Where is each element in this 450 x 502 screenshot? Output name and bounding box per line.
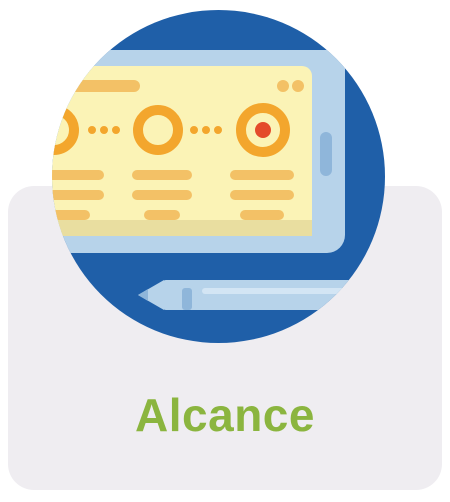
timeline-dot bbox=[202, 126, 210, 134]
screen-shadow bbox=[52, 220, 312, 236]
timeline-dot bbox=[88, 126, 96, 134]
tablet-timeline-icon bbox=[52, 10, 385, 343]
timeline-dot bbox=[190, 126, 198, 134]
timeline-node-core bbox=[255, 122, 271, 138]
timeline-dot bbox=[214, 126, 222, 134]
screen-dot bbox=[277, 80, 289, 92]
card-title: Alcance bbox=[135, 389, 315, 441]
pen-stripe bbox=[182, 288, 192, 310]
tablet-button bbox=[320, 132, 332, 176]
screen-header-bar bbox=[62, 80, 140, 92]
timeline-dot bbox=[112, 126, 120, 134]
screen-dot bbox=[292, 80, 304, 92]
timeline-dot bbox=[100, 126, 108, 134]
pen-body bbox=[162, 280, 372, 310]
